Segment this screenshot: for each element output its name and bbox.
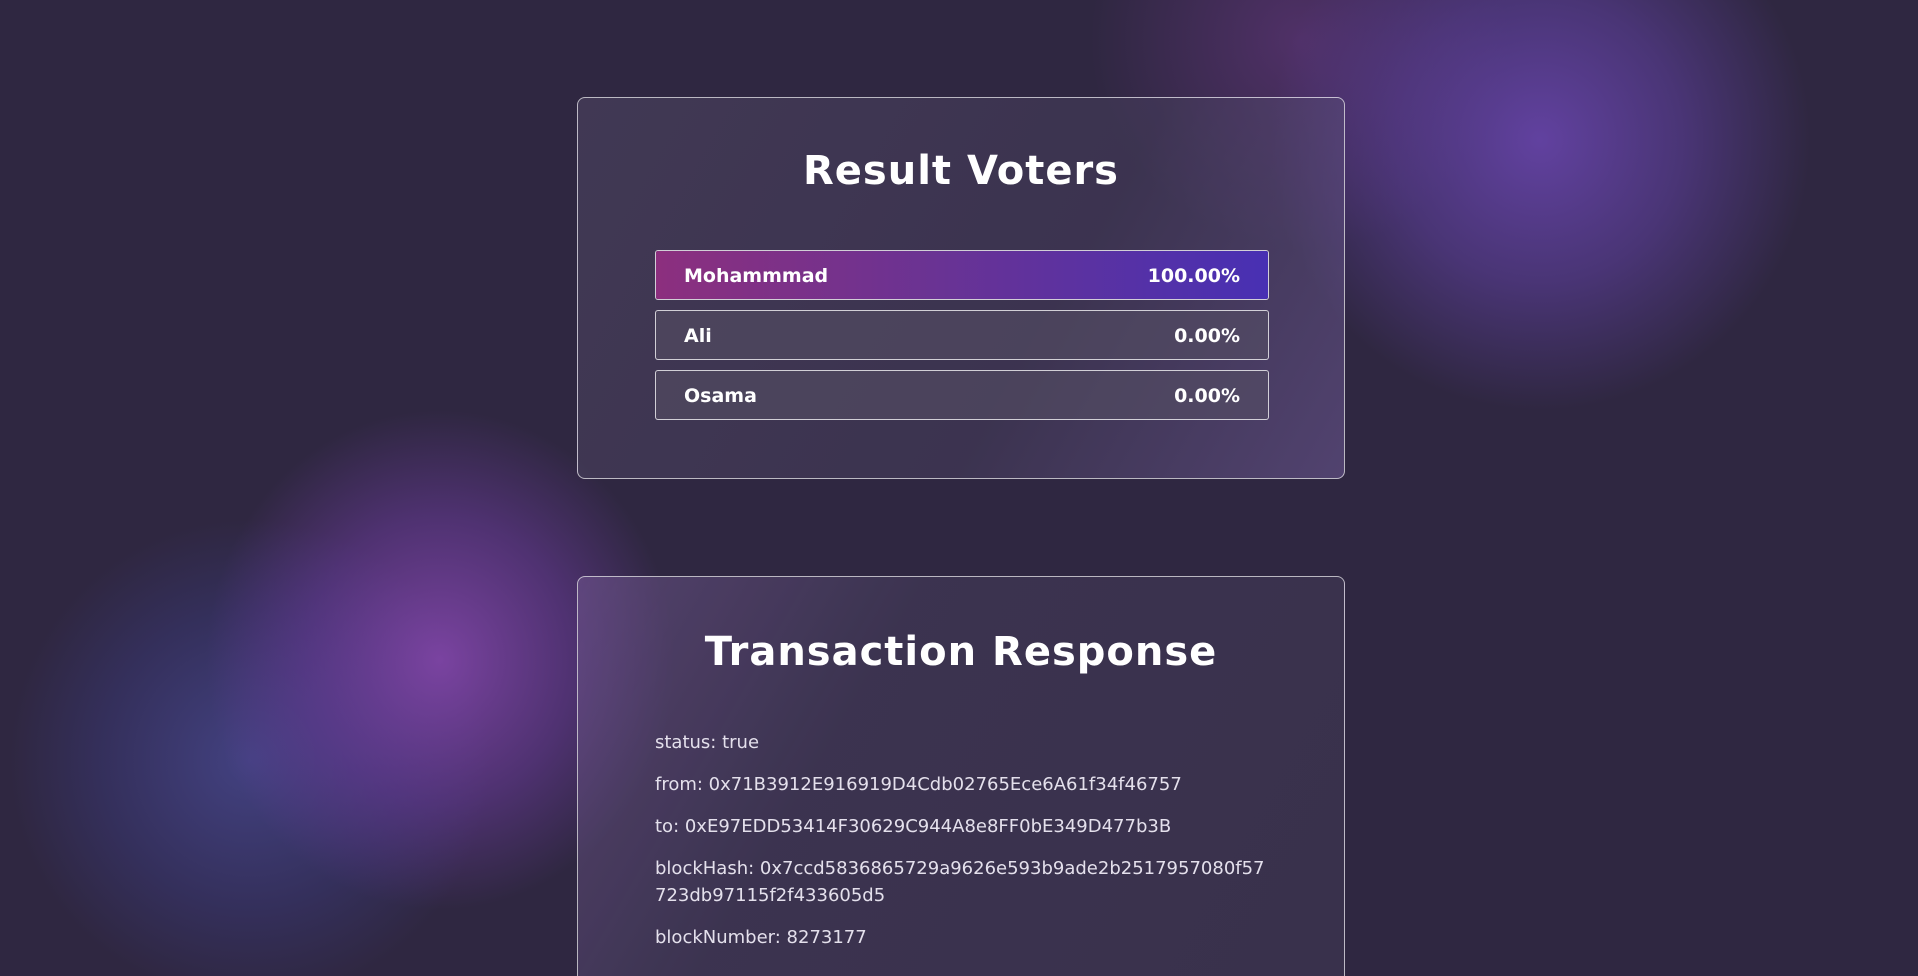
- transaction-fields: status: true from: 0x71B3912E916919D4Cdb…: [655, 729, 1269, 966]
- voter-percent: 0.00%: [1174, 325, 1240, 347]
- tx-to: to: 0xE97EDD53414F30629C944A8e8FF0bE349D…: [655, 816, 1172, 837]
- tx-block-number: blockNumber: 8273177: [655, 927, 867, 948]
- voter-results-list: Mohammmad 100.00% Ali 0.00% Osama 0.00%: [655, 250, 1269, 430]
- voter-row-2: Osama 0.00%: [655, 370, 1269, 420]
- tx-block-hash: blockHash: 0x7ccd5836865729a9626e593b9ad…: [655, 858, 1265, 906]
- result-voters-card: Result Voters Mohammmad 100.00% Ali 0.00…: [577, 97, 1345, 479]
- transaction-response-title: Transaction Response: [704, 629, 1218, 675]
- tx-from: from: 0x71B3912E916919D4Cdb02765Ece6A61f…: [655, 774, 1182, 795]
- transaction-response-card: Transaction Response status: true from: …: [577, 576, 1345, 976]
- tx-status: status: true: [655, 732, 760, 753]
- voter-row-1: Ali 0.00%: [655, 310, 1269, 360]
- voter-name: Ali: [684, 325, 712, 347]
- voter-percent: 0.00%: [1174, 385, 1240, 407]
- voter-name: Mohammmad: [684, 265, 829, 287]
- result-voters-title: Result Voters: [802, 148, 1119, 194]
- voter-row-0: Mohammmad 100.00%: [655, 250, 1269, 300]
- voter-percent: 100.00%: [1147, 265, 1240, 287]
- voter-name: Osama: [684, 385, 757, 407]
